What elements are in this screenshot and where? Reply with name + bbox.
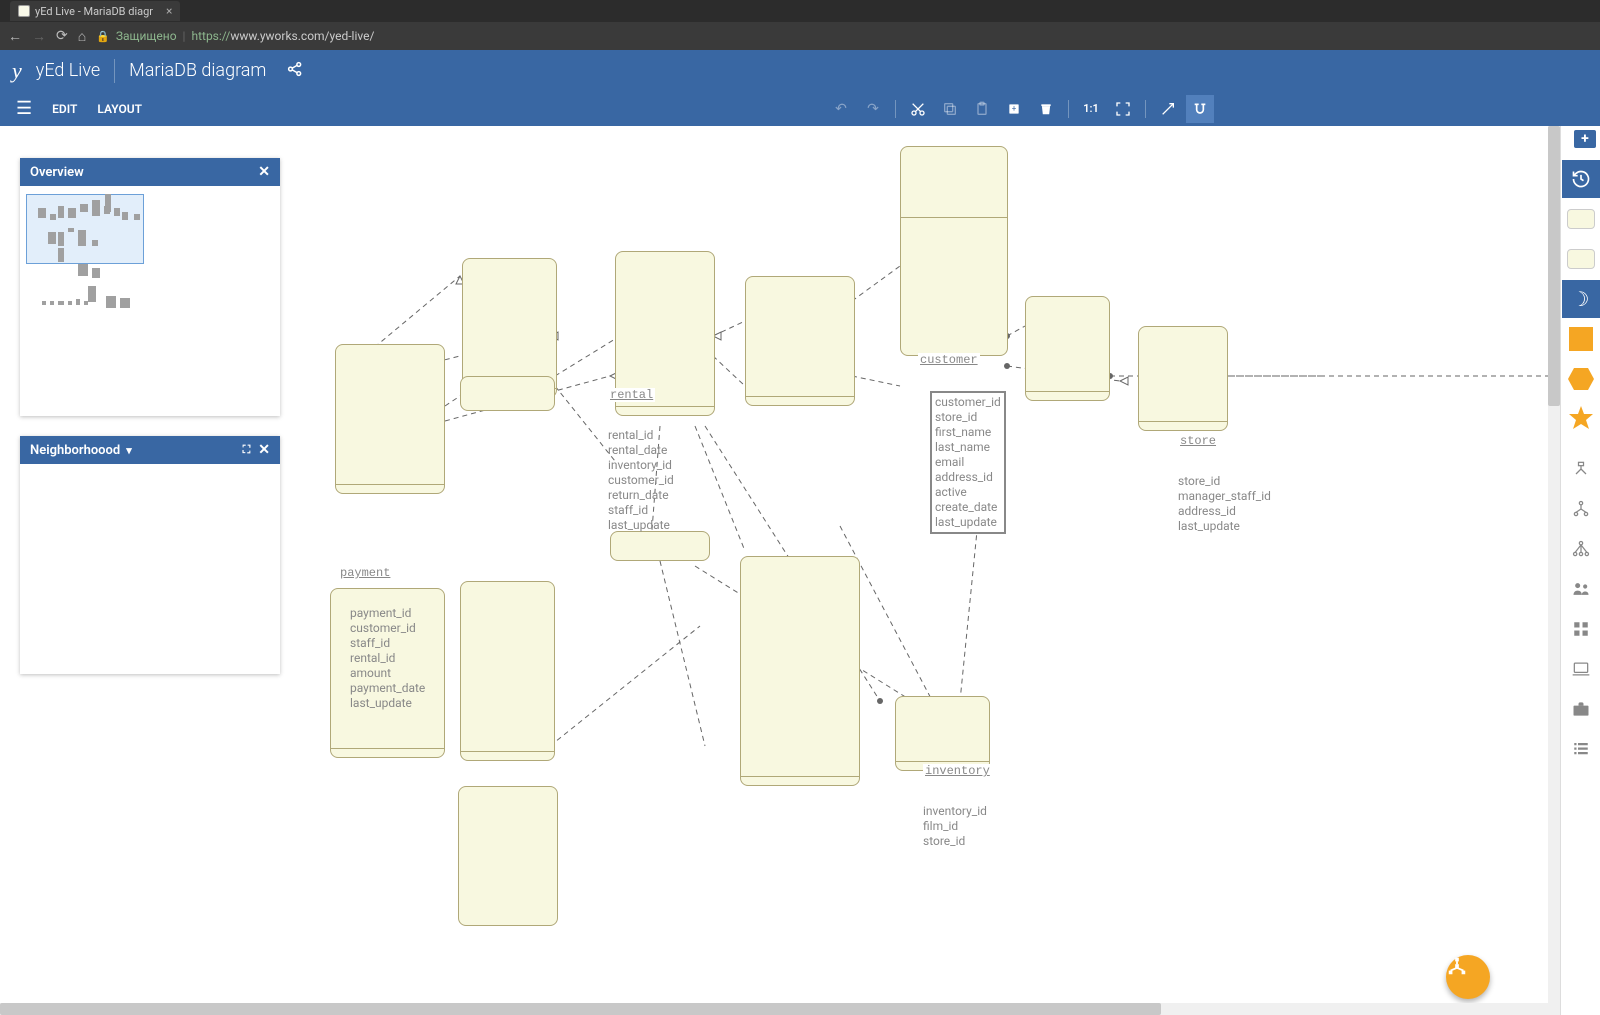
fields-inventory: inventory_idfilm_idstore_id	[923, 804, 987, 849]
copy-button[interactable]	[936, 95, 964, 123]
overview-title: Overview	[30, 165, 84, 180]
palette-briefcase-icon[interactable]	[1562, 690, 1600, 728]
separator: |	[183, 29, 186, 43]
entity-box[interactable]	[460, 376, 555, 411]
paste-button[interactable]	[968, 95, 996, 123]
browser-chrome: yEd Live - MariaDB diagr × ← → ⟳ ⌂ 🔒 Защ…	[0, 0, 1600, 50]
address-bar: ← → ⟳ ⌂ 🔒 Защищено | https://www.yworks.…	[0, 22, 1600, 50]
app-header: y yEd Live MariaDB diagram	[0, 50, 1600, 91]
palette-add-button[interactable]: +	[1574, 130, 1596, 148]
palette-history-button[interactable]	[1562, 160, 1600, 198]
entity-box[interactable]	[1025, 296, 1110, 401]
overview-panel[interactable]: Overview ✕	[20, 158, 280, 416]
expand-icon[interactable]: ⛶	[243, 443, 251, 457]
tab-bar: yEd Live - MariaDB diagr ×	[0, 0, 1600, 22]
entity-box[interactable]	[335, 344, 445, 494]
url-box[interactable]: 🔒 Защищено | https://www.yworks.com/yed-…	[96, 29, 1592, 43]
app-title: yEd Live	[36, 60, 100, 81]
chevron-down-icon[interactable]: ▾	[126, 444, 132, 457]
palette-hexagon-shape[interactable]	[1562, 360, 1600, 398]
neighborhood-body[interactable]	[20, 464, 280, 674]
overview-header[interactable]: Overview ✕	[20, 158, 280, 186]
fab-button[interactable]	[1446, 955, 1490, 999]
entity-box[interactable]	[740, 556, 860, 786]
entity-title-payment: payment	[338, 566, 392, 580]
palette-tool-2[interactable]	[1562, 490, 1600, 528]
svg-text:+: +	[1012, 104, 1017, 113]
palette: + ☽	[1560, 126, 1600, 1015]
back-button[interactable]: ←	[8, 28, 22, 45]
menu-button[interactable]: ☰	[6, 98, 42, 119]
palette-star-shape[interactable]	[1562, 400, 1600, 438]
redo-button[interactable]: ↷	[859, 95, 887, 123]
zoom-fit-button[interactable]	[1109, 95, 1137, 123]
favicon-icon	[18, 5, 30, 17]
close-icon[interactable]: ✕	[258, 164, 270, 180]
edge-style-button[interactable]	[1154, 95, 1182, 123]
palette-square-shape[interactable]	[1562, 320, 1600, 358]
vertical-scrollbar[interactable]	[1548, 126, 1560, 1015]
entity-title-customer: customer	[918, 353, 980, 367]
fields-payment: payment_idcustomer_idstaff_idrental_idam…	[350, 606, 425, 711]
neighborhood-header[interactable]: Neighborhoood ▾ ⛶ ✕	[20, 436, 280, 464]
snap-button[interactable]	[1186, 95, 1214, 123]
palette-rect1[interactable]	[1562, 200, 1600, 238]
doc-title[interactable]: MariaDB diagram	[129, 60, 266, 81]
palette-moon-button[interactable]: ☽	[1562, 280, 1600, 318]
duplicate-button[interactable]: +	[1000, 95, 1028, 123]
neighborhood-panel[interactable]: Neighborhoood ▾ ⛶ ✕	[20, 436, 280, 674]
palette-list-icon[interactable]	[1562, 730, 1600, 768]
menu-layout[interactable]: LAYOUT	[87, 102, 152, 116]
menu-edit[interactable]: EDIT	[42, 102, 87, 116]
toolbar: ↶ ↷ + 1:1	[827, 95, 1214, 123]
share-icon[interactable]	[286, 60, 304, 82]
zoom-11-button[interactable]: 1:1	[1077, 95, 1105, 123]
lock-icon: 🔒	[96, 30, 110, 43]
undo-button[interactable]: ↶	[827, 95, 855, 123]
menu-bar: ☰ EDIT LAYOUT ↶ ↷ + 1:1	[0, 91, 1600, 126]
entity-title-inventory: inventory	[923, 764, 992, 778]
palette-laptop-icon[interactable]	[1562, 650, 1600, 688]
entity-box[interactable]	[610, 531, 710, 561]
tab-title: yEd Live - MariaDB diagr	[35, 5, 153, 18]
entity-box[interactable]	[460, 581, 555, 761]
forward-button[interactable]: →	[32, 28, 46, 45]
reload-button[interactable]: ⟳	[56, 28, 68, 44]
entity-customer[interactable]	[900, 146, 1008, 356]
fields-customer[interactable]: customer_idstore_idfirst_namelast_nameem…	[930, 391, 1006, 534]
home-button[interactable]: ⌂	[78, 28, 86, 45]
overview-body[interactable]	[20, 186, 280, 416]
entity-inventory[interactable]	[895, 696, 990, 771]
palette-tool-1[interactable]	[1562, 450, 1600, 488]
neighborhood-title: Neighborhoood	[30, 443, 120, 458]
close-icon[interactable]: ✕	[258, 442, 270, 458]
separator	[114, 59, 115, 83]
entity-store[interactable]	[1138, 326, 1228, 431]
main-area: rental rental_idrental_dateinventory_idc…	[0, 126, 1600, 1015]
secure-label: Защищено	[116, 29, 177, 43]
delete-button[interactable]	[1032, 95, 1060, 123]
entity-title-store: store	[1178, 434, 1218, 448]
browser-tab[interactable]: yEd Live - MariaDB diagr ×	[10, 1, 180, 21]
palette-rect2[interactable]	[1562, 240, 1600, 278]
logo-icon: y	[12, 58, 22, 84]
entity-title-rental: rental	[608, 388, 655, 402]
entity-box[interactable]	[745, 276, 855, 406]
canvas[interactable]: rental rental_idrental_dateinventory_idc…	[0, 126, 1550, 1015]
palette-tool-3[interactable]	[1562, 530, 1600, 568]
cut-button[interactable]	[904, 95, 932, 123]
url-text: https://www.yworks.com/yed-live/	[191, 29, 374, 43]
palette-people-icon[interactable]	[1562, 570, 1600, 608]
fields-rental: rental_idrental_dateinventory_idcustomer…	[608, 428, 674, 533]
entity-box[interactable]	[458, 786, 558, 926]
fields-store: store_idmanager_staff_idaddress_idlast_u…	[1178, 474, 1271, 534]
close-tab-icon[interactable]: ×	[166, 4, 172, 18]
horizontal-scrollbar[interactable]	[0, 1003, 1548, 1015]
palette-grid-icon[interactable]	[1562, 610, 1600, 648]
